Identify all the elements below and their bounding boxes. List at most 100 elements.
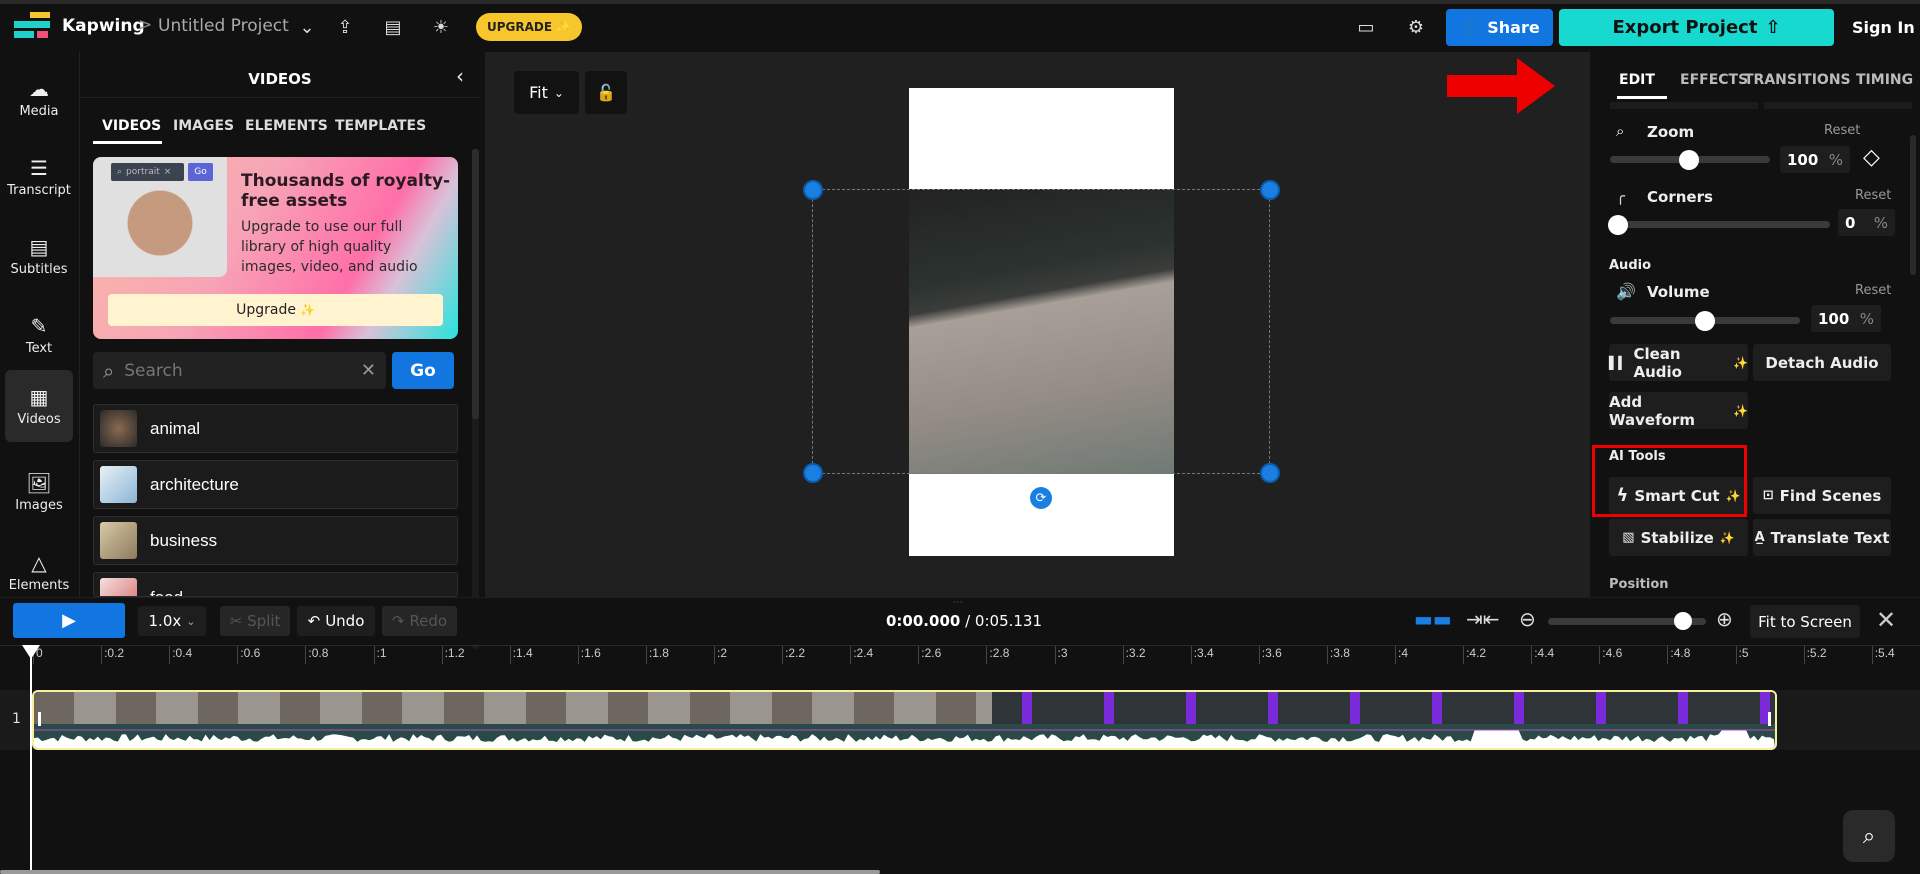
corners-reset-button[interactable]: Reset [1855, 188, 1891, 203]
clear-search-icon[interactable]: ✕ [361, 360, 376, 381]
tab-videos[interactable]: VIDEOS [102, 118, 161, 134]
volume-value-field[interactable]: 100% [1811, 305, 1881, 332]
panel-scrollbar[interactable] [472, 149, 479, 649]
kapwing-logo-icon[interactable] [12, 12, 52, 42]
corners-value-field[interactable]: 0% [1838, 209, 1895, 236]
button-label: Add Waveform [1609, 392, 1695, 429]
search-icon: ⌕ [103, 358, 115, 383]
split-button[interactable]: ✂ Split [220, 606, 290, 636]
rail-item-images[interactable]: 🖼 Images [5, 456, 73, 528]
volume-slider-knob[interactable] [1695, 311, 1715, 331]
rail-item-subtitles[interactable]: ▤ Subtitles [5, 220, 73, 292]
project-title[interactable]: Untitled Project [158, 16, 289, 36]
corners-slider-knob[interactable] [1608, 215, 1628, 235]
keyframe-diamond-icon[interactable]: ◇ [1863, 145, 1880, 170]
clean-audio-button[interactable]: ▌▍ Clean Audio ✨ [1609, 344, 1748, 381]
resize-handle-bottom-left[interactable] [803, 463, 823, 483]
category-item[interactable]: business [93, 516, 458, 565]
tab-elements[interactable]: ELEMENTS [245, 118, 328, 134]
translate-text-button[interactable]: A̲ Translate Text [1753, 519, 1891, 556]
timeline-zoom-knob[interactable] [1674, 612, 1692, 630]
tab-images[interactable]: IMAGES [173, 118, 234, 134]
zoom-out-icon[interactable]: ⊖ [1519, 607, 1536, 631]
properties-scrollbar[interactable] [1910, 135, 1916, 275]
tab-timing[interactable]: TIMING [1856, 72, 1913, 88]
category-item[interactable]: animal [93, 404, 458, 453]
category-item[interactable]: food [93, 572, 458, 597]
clip-trim-handle-left[interactable] [38, 712, 41, 726]
detach-audio-button[interactable]: Detach Audio [1753, 344, 1891, 381]
comment-icon[interactable]: ▭ [1353, 14, 1379, 40]
search-input[interactable] [124, 360, 325, 381]
video-clip[interactable] [32, 690, 1777, 750]
timeline-horizontal-scrollbar[interactable] [0, 870, 880, 874]
collapse-panel-icon[interactable]: ‹ [456, 64, 464, 88]
promo-upgrade-button[interactable]: Upgrade ✨ [108, 294, 443, 326]
fit-gap-icon[interactable]: ⇥⇤ [1466, 607, 1500, 631]
zoom-reset-button[interactable]: Reset [1824, 123, 1860, 138]
selection-box[interactable] [812, 189, 1270, 474]
add-waveform-button[interactable]: Add Waveform ✨ [1609, 392, 1748, 429]
sign-in-link[interactable]: Sign In [1852, 18, 1915, 37]
speed-dropdown[interactable]: 1.0x ⌄ [138, 606, 206, 636]
rotate-handle-icon[interactable]: ⟳ [1030, 487, 1052, 509]
scene-search-icon: ⊡ [1762, 488, 1774, 503]
tab-edit[interactable]: EDIT [1619, 72, 1655, 88]
zoom-value-field[interactable]: 100% [1780, 146, 1850, 173]
upgrade-button[interactable]: UPGRADE ✨ [476, 13, 582, 41]
export-project-button[interactable]: Export Project ⇧ [1559, 9, 1834, 46]
lightbulb-icon[interactable]: ☀ [428, 14, 454, 40]
text-edit-icon: ✎ [30, 313, 48, 338]
ruler-tick-label: :2.4 [850, 646, 873, 664]
undo-button[interactable]: ↶ Undo [297, 606, 375, 636]
redo-button[interactable]: ↷ Redo [382, 606, 457, 636]
snap-toggle-icon[interactable]: ▬▬ [1414, 607, 1452, 631]
brand-link[interactable]: Kapwing [62, 16, 145, 36]
rail-item-videos[interactable]: ▦ Videos [5, 370, 73, 442]
play-button[interactable]: ▶ [13, 603, 125, 638]
share-button[interactable]: 👤 Share [1446, 9, 1553, 46]
panel-resize-grip-icon[interactable]: ⋯ [953, 597, 963, 608]
redo-icon: ↷ [391, 612, 405, 630]
clip-trim-handle-right[interactable] [1768, 712, 1771, 726]
gear-icon[interactable]: ⚙ [1403, 14, 1429, 40]
fit-dropdown[interactable]: Fit ⌄ [514, 71, 579, 114]
upload-icon[interactable]: ⇪ [332, 14, 358, 40]
captions-icon[interactable]: ▤ [380, 14, 406, 40]
corners-slider[interactable] [1610, 221, 1830, 228]
find-scenes-button[interactable]: ⊡ Find Scenes [1753, 477, 1891, 514]
zoom-slider-knob[interactable] [1679, 150, 1699, 170]
resize-handle-top-right[interactable] [1260, 180, 1280, 200]
image-icon: 🖼 [26, 470, 52, 495]
add-person-icon: 👤 [1459, 18, 1480, 37]
close-icon: × [163, 167, 172, 177]
rail-item-text[interactable]: ✎ Text [5, 299, 73, 371]
rail-item-transcript[interactable]: ☰ Transcript [5, 141, 73, 213]
playhead-line[interactable] [30, 645, 32, 874]
rail-item-media[interactable]: ☁ Media [5, 62, 73, 134]
stabilize-icon: ▧ [1622, 530, 1635, 545]
resize-handle-top-left[interactable] [803, 180, 823, 200]
close-timeline-icon[interactable]: ✕ [1876, 606, 1896, 634]
tab-transitions[interactable]: TRANSITIONS [1744, 72, 1851, 88]
tab-effects[interactable]: EFFECTS [1680, 72, 1748, 88]
rail-label: Media [19, 103, 59, 119]
search-fab-button[interactable]: ⌕ [1843, 810, 1895, 862]
stabilize-button[interactable]: ▧ Stabilize ✨ [1609, 519, 1748, 556]
category-item[interactable]: architecture [93, 460, 458, 509]
ruler-tick-label: :0.2 [101, 646, 124, 664]
tab-templates[interactable]: TEMPLATES [335, 118, 426, 134]
active-tab-indicator [1617, 96, 1667, 99]
playhead-handle[interactable] [22, 645, 40, 659]
fit-to-screen-button[interactable]: Fit to Screen [1750, 605, 1860, 638]
search-field[interactable]: ⌕ ✕ [93, 352, 386, 389]
volume-reset-button[interactable]: Reset [1855, 283, 1891, 298]
zoom-in-icon[interactable]: ⊕ [1716, 607, 1733, 631]
ruler-tick-label: :3.2 [1122, 646, 1146, 664]
scrollbar-thumb[interactable] [472, 149, 479, 419]
chevron-down-icon[interactable]: ⌄ [294, 14, 320, 40]
resize-handle-bottom-right[interactable] [1260, 463, 1280, 483]
search-go-button[interactable]: Go [392, 352, 454, 389]
timeline-ruler[interactable] [0, 645, 1920, 665]
aspect-lock-button[interactable]: 🔓 [585, 71, 627, 114]
